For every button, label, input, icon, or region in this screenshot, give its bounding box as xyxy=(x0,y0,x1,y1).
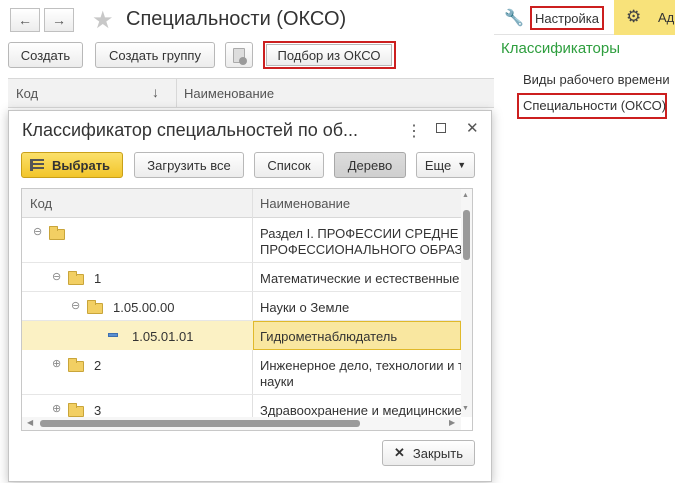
link-work-time-types[interactable]: Виды рабочего времени xyxy=(523,72,670,87)
grid-header xyxy=(22,189,461,218)
row-code: 2 xyxy=(94,358,102,373)
tree-view-label: Дерево xyxy=(347,157,393,173)
grid-header-code[interactable]: Код xyxy=(30,196,52,211)
row-separator xyxy=(22,262,461,263)
select-button-label: Выбрать xyxy=(52,157,111,173)
arrow-left-icon: ← xyxy=(18,12,32,28)
link-specialties-okso[interactable]: Специальности (ОКСО) xyxy=(523,98,666,113)
row-name: Математические и естественные xyxy=(260,271,460,286)
folder-icon xyxy=(68,403,84,417)
create-group-button[interactable]: Создать группу xyxy=(95,42,215,68)
collapse-icon[interactable]: ⊖ xyxy=(52,272,61,283)
expand-icon[interactable]: ⊕ xyxy=(52,404,61,415)
grid-header-name[interactable]: Наименование xyxy=(260,196,350,211)
folder-icon xyxy=(49,226,65,240)
tree-view-button[interactable]: Дерево xyxy=(334,152,406,178)
more-button-label: Еще xyxy=(424,157,452,173)
close-dialog-button[interactable]: ✕ Закрыть xyxy=(382,440,475,466)
highlight-frame xyxy=(263,41,396,69)
more-vertical-icon[interactable]: ⋮ xyxy=(406,121,422,141)
close-dialog-label: Закрыть xyxy=(412,445,463,461)
gear-icon: ⚙ xyxy=(626,7,642,26)
close-x-icon: ✕ xyxy=(394,445,405,460)
expand-icon[interactable]: ⊕ xyxy=(52,359,61,370)
back-button[interactable]: ← xyxy=(10,8,40,32)
row-name: Здравоохранение и медицинские xyxy=(260,403,462,417)
scroll-up-icon[interactable]: ▲ xyxy=(462,192,469,199)
dialog-title: Классификатор специальностей по об... xyxy=(22,120,359,140)
row-name-line1: Инженерное дело, технологии и т xyxy=(260,358,464,373)
row-name: Науки о Земле xyxy=(260,300,350,315)
row-name-line2: науки xyxy=(260,374,294,389)
file-icon xyxy=(233,47,247,65)
collapse-icon[interactable]: ⊖ xyxy=(33,227,42,238)
row-separator xyxy=(22,394,461,395)
scroll-down-icon[interactable]: ▼ xyxy=(462,405,469,412)
list-view-label: Список xyxy=(267,157,311,173)
row-code: 3 xyxy=(94,403,102,417)
row-separator xyxy=(22,291,461,292)
sort-arrow-icon: ↓ xyxy=(152,84,159,100)
wrench-icon: 🔧 xyxy=(504,10,524,27)
select-list-icon xyxy=(30,159,44,171)
favorite-star-icon[interactable]: ★ xyxy=(92,6,114,35)
settings-link[interactable]: Настройка xyxy=(530,6,604,30)
row-code: 1 xyxy=(94,271,102,286)
horizontal-scroll-thumb[interactable] xyxy=(40,420,360,427)
vertical-scroll-thumb[interactable] xyxy=(463,210,470,260)
element-icon xyxy=(108,333,118,337)
scroll-left-icon[interactable]: ◀ xyxy=(27,418,33,427)
attach-file-button[interactable] xyxy=(225,42,253,68)
close-icon[interactable]: ✕ xyxy=(466,119,479,137)
row-code: 1.05.00.00 xyxy=(113,300,175,315)
folder-icon xyxy=(68,358,84,372)
load-all-button[interactable]: Загрузить все xyxy=(134,152,244,178)
list-view-button[interactable]: Список xyxy=(254,152,324,178)
folder-icon xyxy=(87,300,103,314)
row-name-line2: ПРОФЕССИОНАЛЬНОГО ОБРАЗ xyxy=(260,242,463,257)
forward-button[interactable]: → xyxy=(44,8,74,32)
select-button[interactable]: Выбрать xyxy=(21,152,123,178)
row-code: 1.05.01.01 xyxy=(132,329,194,344)
create-button[interactable]: Создать xyxy=(8,42,83,68)
admin-tab-label: Ад xyxy=(658,10,675,25)
row-name-line1: Раздел I. ПРОФЕССИИ СРЕДНЕ xyxy=(260,226,459,241)
create-button-label: Создать xyxy=(20,47,71,63)
row-name: Гидрометнаблюдатель xyxy=(260,329,398,344)
arrow-right-icon: → xyxy=(52,12,66,28)
page-title: Специальности (ОКСО) xyxy=(126,8,347,30)
grid-column-divider xyxy=(252,189,253,417)
collapse-icon[interactable]: ⊖ xyxy=(71,301,80,312)
column-header-name[interactable]: Наименование xyxy=(184,86,274,101)
create-group-button-label: Создать группу xyxy=(109,47,201,63)
scroll-right-icon[interactable]: ▶ xyxy=(449,418,455,427)
maximize-icon[interactable] xyxy=(436,123,446,133)
column-divider xyxy=(176,79,177,107)
more-button[interactable]: Еще ▼ xyxy=(416,152,475,178)
load-all-label: Загрузить все xyxy=(147,157,231,173)
column-header-code[interactable]: Код xyxy=(16,86,38,101)
classifiers-heading: Классификаторы xyxy=(501,40,621,57)
folder-icon xyxy=(68,271,84,285)
settings-link-label: Настройка xyxy=(535,10,599,26)
chevron-down-icon: ▼ xyxy=(457,160,467,170)
admin-tab[interactable]: ⚙ Ад xyxy=(614,0,675,35)
